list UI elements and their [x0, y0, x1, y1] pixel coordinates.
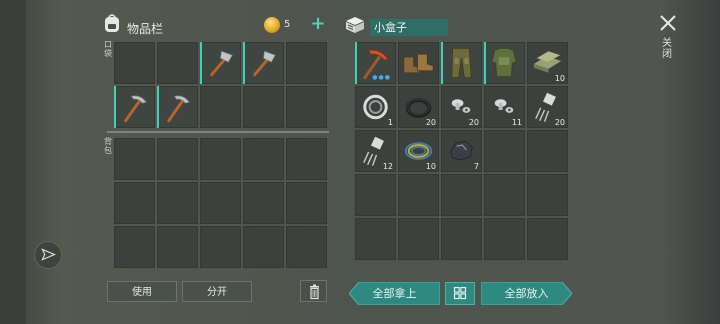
item-quantity: 1	[387, 118, 393, 127]
backpack-slot[interactable]	[286, 182, 327, 224]
pocket-slot[interactable]	[200, 86, 241, 128]
backpack-slot[interactable]	[157, 138, 198, 180]
item-quantity: 11	[511, 118, 522, 127]
backpack-icon	[105, 14, 119, 32]
trash-icon	[310, 284, 319, 300]
backpack-slot[interactable]	[200, 226, 241, 268]
box-slot[interactable]: 20	[527, 86, 568, 128]
split-button[interactable]: 分开	[182, 281, 252, 302]
pocket-slot[interactable]	[157, 42, 198, 84]
add-coins-button[interactable]: +	[309, 15, 327, 33]
item-quantity: 20	[425, 118, 436, 127]
box-slot[interactable]	[355, 218, 396, 260]
section-divider	[107, 131, 329, 133]
box-slot[interactable]	[441, 42, 482, 84]
item-quantity: 7	[473, 162, 479, 171]
take-all-label: 全部拿上	[372, 287, 417, 300]
box-slot[interactable]	[484, 130, 525, 172]
backpack-slot[interactable]	[114, 182, 155, 224]
box-slot[interactable]	[484, 174, 525, 216]
coin-icon	[264, 17, 280, 33]
armor-pants-icon	[451, 47, 472, 79]
box-slot[interactable]: 12	[355, 130, 396, 172]
item-quantity: 20	[554, 118, 565, 127]
put-all-button[interactable]: 全部放入	[481, 282, 572, 305]
box-slot[interactable]: ●●●	[355, 42, 396, 84]
put-all-label: 全部放入	[504, 287, 549, 300]
box-slot[interactable]: 20	[441, 86, 482, 128]
pocket-slot[interactable]	[286, 42, 327, 84]
backpack-slot[interactable]	[286, 138, 327, 180]
backpack-slot[interactable]	[200, 138, 241, 180]
sort-button[interactable]	[445, 282, 475, 305]
item-quantity: 20	[468, 118, 479, 127]
item-quantity: 10	[554, 74, 565, 83]
box-slot[interactable]	[527, 218, 568, 260]
box-slot[interactable]: 10	[398, 130, 439, 172]
close-label[interactable]: 关闭	[662, 38, 674, 60]
pocket-grid	[114, 42, 327, 128]
trash-button[interactable]	[300, 280, 327, 302]
backpack-slot[interactable]	[114, 226, 155, 268]
box-grid: ●●● 10 1 20 20 11 20 12 10 7	[355, 42, 568, 268]
box-slot[interactable]	[527, 174, 568, 216]
backpack-grid	[114, 138, 327, 268]
stone-pickaxe-icon	[124, 95, 147, 123]
box-slot[interactable]	[441, 174, 482, 216]
box-slot[interactable]	[398, 174, 439, 216]
backpack-slot[interactable]	[157, 226, 198, 268]
box-slot[interactable]	[398, 218, 439, 260]
box-slot[interactable]: 20	[398, 86, 439, 128]
backpack-slot[interactable]	[243, 138, 284, 180]
pocket-slot[interactable]	[114, 86, 155, 128]
item-quantity: 10	[425, 162, 436, 171]
box-name-label: 小盒子	[370, 19, 448, 36]
box-icon	[346, 17, 364, 33]
box-slot[interactable]	[484, 218, 525, 260]
box-slot[interactable]	[355, 174, 396, 216]
durability-dots: ●●●	[372, 74, 391, 81]
pocket-slot[interactable]	[114, 42, 155, 84]
close-icon[interactable]	[658, 13, 678, 33]
pocket-slot[interactable]	[200, 42, 241, 84]
stone-hatchet-icon	[253, 50, 276, 77]
backpack-slot[interactable]	[286, 226, 327, 268]
box-slot[interactable]	[441, 218, 482, 260]
box-slot[interactable]: 11	[484, 86, 525, 128]
stone-pickaxe-icon	[167, 95, 190, 123]
pocket-slot[interactable]	[286, 86, 327, 128]
inventory-title: 物品栏	[127, 22, 164, 36]
sort-grid-icon	[453, 286, 467, 300]
pocket-slot[interactable]	[243, 42, 284, 84]
backpack-label: 背包	[104, 137, 112, 155]
item-quantity: 12	[382, 162, 393, 171]
stone-hatchet-icon	[210, 50, 233, 77]
pocket-label: 口袋	[104, 40, 112, 58]
backpack-slot[interactable]	[243, 226, 284, 268]
box-slot[interactable]	[398, 42, 439, 84]
send-icon	[41, 248, 57, 261]
backpack-slot[interactable]	[200, 182, 241, 224]
backpack-slot[interactable]	[157, 182, 198, 224]
use-button[interactable]: 使用	[107, 281, 177, 302]
pocket-slot[interactable]	[157, 86, 198, 128]
backpack-slot[interactable]	[243, 182, 284, 224]
share-button[interactable]	[34, 241, 62, 269]
pocket-slot[interactable]	[243, 86, 284, 128]
backpack-slot[interactable]	[114, 138, 155, 180]
left-panel-strip	[0, 0, 26, 324]
box-slot[interactable]	[527, 130, 568, 172]
box-slot[interactable]: 1	[355, 86, 396, 128]
box-slot[interactable]: 10	[527, 42, 568, 84]
take-all-button[interactable]: 全部拿上	[349, 282, 440, 305]
armor-vest-icon	[491, 47, 517, 78]
coin-count: 5	[284, 19, 291, 30]
box-slot[interactable]: 7	[441, 130, 482, 172]
boots-icon	[403, 53, 434, 74]
box-slot[interactable]	[484, 42, 525, 84]
